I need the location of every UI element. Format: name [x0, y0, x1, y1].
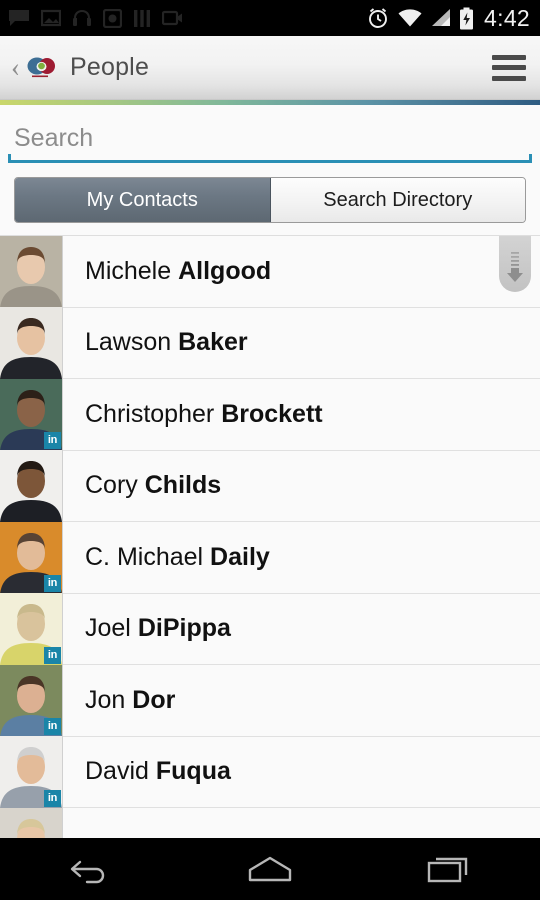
linkedin-badge-icon: in: [44, 718, 61, 735]
contact-row[interactable]: in Joel DiPippa: [0, 593, 540, 665]
contact-row[interactable]: Cory Childs: [0, 450, 540, 522]
action-bar: ‹ People: [0, 36, 540, 100]
contact-last-name: Dor: [132, 685, 176, 714]
status-bar: 4:42: [0, 0, 540, 36]
nav-back-button[interactable]: [35, 838, 145, 900]
contact-first-name: Jon: [85, 685, 126, 714]
contact-row[interactable]: in David Fuqua: [0, 736, 540, 808]
contact-last-name: Baker: [178, 328, 248, 357]
alarm-icon: [369, 8, 387, 28]
back-chevron-icon[interactable]: ‹: [8, 54, 26, 81]
contact-row[interactable]: in C. Michael Daily: [0, 521, 540, 594]
contact-list[interactable]: Michele Allgood Lawson Baker in Christopher…: [0, 235, 540, 880]
home-icon: [248, 856, 292, 882]
recents-icon: [427, 857, 468, 883]
contact-avatar: in: [0, 521, 63, 593]
contact-last-name: Brockett: [221, 399, 323, 428]
contact-last-name: Fuqua: [155, 757, 231, 786]
search-input[interactable]: [8, 124, 532, 153]
headphones-icon: [73, 9, 91, 26]
contact-name: David Fuqua: [63, 757, 231, 786]
screenshot-icon: [41, 9, 61, 27]
search-box[interactable]: [8, 117, 532, 163]
wifi-icon: [398, 9, 422, 27]
contact-last-name: Allgood: [178, 256, 272, 285]
contact-avatar: in: [0, 736, 63, 808]
tab-my-contacts[interactable]: My Contacts: [15, 178, 271, 222]
nav-home-button[interactable]: [215, 838, 325, 900]
contact-row[interactable]: Lawson Baker: [0, 307, 540, 379]
contact-avatar: [0, 450, 63, 522]
linkedin-badge-icon: in: [44, 575, 61, 592]
system-navigation-bar: [0, 838, 540, 900]
contact-last-name: Daily: [210, 542, 270, 571]
tab-search-directory[interactable]: Search Directory: [270, 178, 525, 222]
contact-first-name: Michele: [85, 256, 172, 285]
contact-first-name: C. Michael: [85, 542, 204, 571]
linkedin-badge-icon: in: [44, 789, 61, 807]
contact-name: Joel DiPippa: [63, 614, 231, 643]
contact-avatar: in: [0, 593, 63, 665]
back-arrow-icon: [70, 860, 105, 884]
contact-first-name: Joel: [85, 614, 131, 643]
contact-row[interactable]: Michele Allgood: [0, 235, 540, 308]
nav-recents-button[interactable]: [395, 838, 505, 900]
page-title: People: [70, 53, 150, 81]
battery-charging-icon: [460, 7, 474, 29]
message-icon: [9, 10, 29, 26]
scroll-down-arrow-icon: [507, 252, 523, 282]
contact-name: Lawson Baker: [63, 328, 248, 357]
linkedin-badge-icon: in: [44, 646, 61, 664]
linkedin-badge-icon: in: [44, 432, 61, 449]
contact-first-name: Lawson: [85, 328, 172, 357]
contact-name: Cory Childs: [63, 471, 221, 500]
app-logo-icon: [26, 55, 56, 81]
contact-first-name: Christopher: [85, 399, 215, 428]
phone-screen: 4:42 ‹ People My Contacts Sear: [0, 0, 540, 900]
status-system-icons: 4:42: [366, 5, 530, 32]
scroll-indicator[interactable]: [499, 236, 531, 292]
tab-group: My Contacts Search Directory: [14, 177, 526, 223]
library-icon: [134, 9, 150, 27]
contact-avatar: in: [0, 378, 63, 450]
search-section: [0, 105, 540, 163]
contact-avatar: in: [0, 664, 63, 736]
contact-row[interactable]: in Christopher Brockett: [0, 378, 540, 451]
signal-icon: [432, 9, 451, 26]
hamburger-menu-icon[interactable]: [492, 54, 526, 81]
contact-name: Michele Allgood: [63, 257, 271, 286]
status-clock: 4:42: [484, 4, 530, 31]
status-notification-icons: [8, 8, 183, 28]
contact-last-name: DiPippa: [137, 614, 231, 643]
contact-first-name: Cory: [85, 471, 138, 500]
video-icon: [162, 10, 182, 26]
contact-name: Jon Dor: [63, 686, 175, 715]
photo-app-icon: [103, 8, 122, 28]
contact-name: C. Michael Daily: [63, 543, 270, 572]
contact-last-name: Childs: [144, 471, 222, 500]
tabs-section: My Contacts Search Directory: [0, 163, 540, 235]
contact-name: Christopher Brockett: [63, 400, 323, 429]
contact-first-name: David: [85, 757, 149, 786]
contact-avatar: [0, 307, 63, 379]
contact-row[interactable]: in Jon Dor: [0, 664, 540, 737]
contact-avatar: [0, 235, 63, 307]
